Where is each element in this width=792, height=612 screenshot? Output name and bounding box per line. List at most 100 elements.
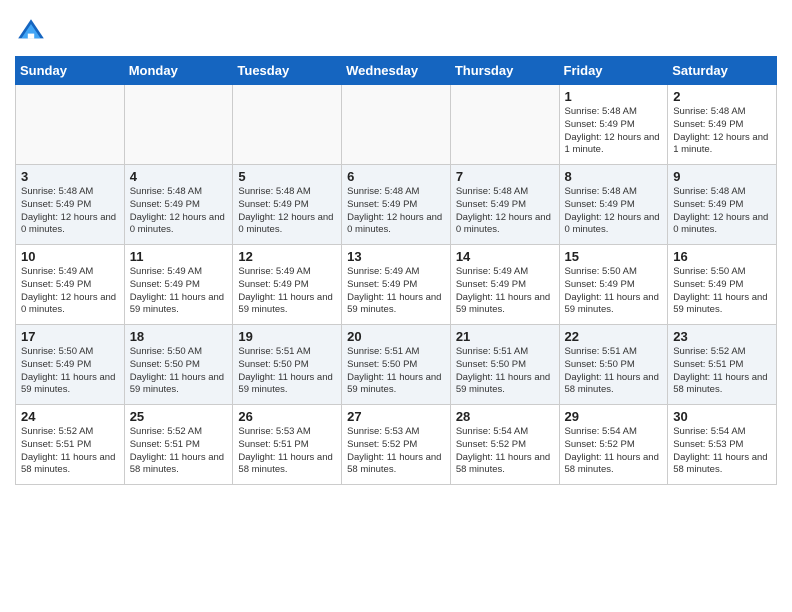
logo <box>15 16 51 48</box>
day-info: Sunrise: 5:48 AM Sunset: 5:49 PM Dayligh… <box>565 106 663 157</box>
calendar-day-cell: 8 Sunrise: 5:48 AM Sunset: 5:49 PM Daylig… <box>559 165 668 245</box>
calendar-day-cell: 20 Sunrise: 5:51 AM Sunset: 5:50 PM Dayli… <box>342 325 451 405</box>
calendar-day-cell: 5 Sunrise: 5:48 AM Sunset: 5:49 PM Daylig… <box>233 165 342 245</box>
calendar-day-cell: 26 Sunrise: 5:53 AM Sunset: 5:51 PM Dayli… <box>233 405 342 485</box>
day-number: 14 <box>456 249 554 264</box>
day-info: Sunrise: 5:49 AM Sunset: 5:49 PM Dayligh… <box>21 266 119 317</box>
calendar-day-cell: 30 Sunrise: 5:54 AM Sunset: 5:53 PM Dayli… <box>668 405 777 485</box>
calendar-day-cell: 11Sunrise: 5:49 AM Sunset: 5:49 PM Dayli… <box>124 245 233 325</box>
calendar-day-cell: 15 Sunrise: 5:50 AM Sunset: 5:49 PM Dayli… <box>559 245 668 325</box>
day-number: 13 <box>347 249 445 264</box>
calendar-week-row: 24 Sunrise: 5:52 AM Sunset: 5:51 PM Dayli… <box>16 405 777 485</box>
day-info: Sunrise: 5:52 AM Sunset: 5:51 PM Dayligh… <box>21 426 119 477</box>
calendar-day-cell: 18Sunrise: 5:50 AM Sunset: 5:50 PM Dayli… <box>124 325 233 405</box>
day-info: Sunrise: 5:50 AM Sunset: 5:50 PM Dayligh… <box>130 346 228 397</box>
day-info: Sunrise: 5:48 AM Sunset: 5:49 PM Dayligh… <box>21 186 119 237</box>
day-info: Sunrise: 5:53 AM Sunset: 5:51 PM Dayligh… <box>238 426 336 477</box>
day-number: 26 <box>238 409 336 424</box>
day-header-tuesday: Tuesday <box>233 57 342 85</box>
calendar-day-cell: 3 Sunrise: 5:48 AM Sunset: 5:49 PM Daylig… <box>16 165 125 245</box>
calendar-header-row: SundayMondayTuesdayWednesdayThursdayFrid… <box>16 57 777 85</box>
day-info: Sunrise: 5:54 AM Sunset: 5:52 PM Dayligh… <box>456 426 554 477</box>
day-header-friday: Friday <box>559 57 668 85</box>
calendar-day-cell: 6 Sunrise: 5:48 AM Sunset: 5:49 PM Daylig… <box>342 165 451 245</box>
logo-icon <box>15 16 47 48</box>
day-number: 3 <box>21 169 119 184</box>
calendar-week-row: 3 Sunrise: 5:48 AM Sunset: 5:49 PM Daylig… <box>16 165 777 245</box>
day-info: Sunrise: 5:48 AM Sunset: 5:49 PM Dayligh… <box>238 186 336 237</box>
day-number: 24 <box>21 409 119 424</box>
day-number: 16 <box>673 249 771 264</box>
day-info: Sunrise: 5:49 AM Sunset: 5:49 PM Dayligh… <box>347 266 445 317</box>
day-header-sunday: Sunday <box>16 57 125 85</box>
day-number: 10 <box>21 249 119 264</box>
calendar-day-cell: 22 Sunrise: 5:51 AM Sunset: 5:50 PM Dayli… <box>559 325 668 405</box>
calendar-table: SundayMondayTuesdayWednesdayThursdayFrid… <box>15 56 777 485</box>
day-info: Sunrise: 5:53 AM Sunset: 5:52 PM Dayligh… <box>347 426 445 477</box>
day-info: Sunrise: 5:50 AM Sunset: 5:49 PM Dayligh… <box>673 266 771 317</box>
day-info: Sunrise: 5:51 AM Sunset: 5:50 PM Dayligh… <box>565 346 663 397</box>
calendar-week-row: 1 Sunrise: 5:48 AM Sunset: 5:49 PM Daylig… <box>16 85 777 165</box>
day-info: Sunrise: 5:51 AM Sunset: 5:50 PM Dayligh… <box>238 346 336 397</box>
day-number: 23 <box>673 329 771 344</box>
day-number: 9 <box>673 169 771 184</box>
day-info: Sunrise: 5:48 AM Sunset: 5:49 PM Dayligh… <box>565 186 663 237</box>
day-number: 6 <box>347 169 445 184</box>
day-number: 5 <box>238 169 336 184</box>
calendar-day-cell: 28Sunrise: 5:54 AM Sunset: 5:52 PM Dayli… <box>450 405 559 485</box>
calendar-day-cell: 25 Sunrise: 5:52 AM Sunset: 5:51 PM Dayli… <box>124 405 233 485</box>
day-number: 30 <box>673 409 771 424</box>
day-info: Sunrise: 5:51 AM Sunset: 5:50 PM Dayligh… <box>347 346 445 397</box>
day-info: Sunrise: 5:54 AM Sunset: 5:52 PM Dayligh… <box>565 426 663 477</box>
calendar-day-cell <box>233 85 342 165</box>
day-header-wednesday: Wednesday <box>342 57 451 85</box>
calendar-day-cell: 23 Sunrise: 5:52 AM Sunset: 5:51 PM Dayli… <box>668 325 777 405</box>
calendar-day-cell: 7Sunrise: 5:48 AM Sunset: 5:49 PM Daylig… <box>450 165 559 245</box>
day-number: 21 <box>456 329 554 344</box>
day-info: Sunrise: 5:50 AM Sunset: 5:49 PM Dayligh… <box>21 346 119 397</box>
day-number: 1 <box>565 89 663 104</box>
calendar-day-cell: 13 Sunrise: 5:49 AM Sunset: 5:49 PM Dayli… <box>342 245 451 325</box>
day-number: 27 <box>347 409 445 424</box>
day-header-monday: Monday <box>124 57 233 85</box>
day-info: Sunrise: 5:50 AM Sunset: 5:49 PM Dayligh… <box>565 266 663 317</box>
calendar-day-cell: 1 Sunrise: 5:48 AM Sunset: 5:49 PM Daylig… <box>559 85 668 165</box>
day-header-saturday: Saturday <box>668 57 777 85</box>
calendar-week-row: 17Sunrise: 5:50 AM Sunset: 5:49 PM Dayli… <box>16 325 777 405</box>
calendar-day-cell <box>450 85 559 165</box>
day-info: Sunrise: 5:48 AM Sunset: 5:49 PM Dayligh… <box>347 186 445 237</box>
day-number: 15 <box>565 249 663 264</box>
day-info: Sunrise: 5:52 AM Sunset: 5:51 PM Dayligh… <box>673 346 771 397</box>
day-number: 4 <box>130 169 228 184</box>
calendar-day-cell <box>342 85 451 165</box>
day-info: Sunrise: 5:48 AM Sunset: 5:49 PM Dayligh… <box>130 186 228 237</box>
day-header-thursday: Thursday <box>450 57 559 85</box>
calendar-day-cell: 2 Sunrise: 5:48 AM Sunset: 5:49 PM Daylig… <box>668 85 777 165</box>
calendar-day-cell: 14 Sunrise: 5:49 AM Sunset: 5:49 PM Dayli… <box>450 245 559 325</box>
day-number: 25 <box>130 409 228 424</box>
calendar-day-cell: 9 Sunrise: 5:48 AM Sunset: 5:49 PM Daylig… <box>668 165 777 245</box>
day-number: 20 <box>347 329 445 344</box>
day-number: 8 <box>565 169 663 184</box>
day-info: Sunrise: 5:48 AM Sunset: 5:49 PM Dayligh… <box>673 186 771 237</box>
calendar-day-cell: 4 Sunrise: 5:48 AM Sunset: 5:49 PM Daylig… <box>124 165 233 245</box>
day-info: Sunrise: 5:52 AM Sunset: 5:51 PM Dayligh… <box>130 426 228 477</box>
day-number: 11 <box>130 249 228 264</box>
day-number: 2 <box>673 89 771 104</box>
calendar-day-cell: 19Sunrise: 5:51 AM Sunset: 5:50 PM Dayli… <box>233 325 342 405</box>
calendar-day-cell: 10 Sunrise: 5:49 AM Sunset: 5:49 PM Dayli… <box>16 245 125 325</box>
page: SundayMondayTuesdayWednesdayThursdayFrid… <box>0 0 792 500</box>
calendar-day-cell <box>16 85 125 165</box>
day-info: Sunrise: 5:54 AM Sunset: 5:53 PM Dayligh… <box>673 426 771 477</box>
day-number: 29 <box>565 409 663 424</box>
day-number: 12 <box>238 249 336 264</box>
day-info: Sunrise: 5:48 AM Sunset: 5:49 PM Dayligh… <box>673 106 771 157</box>
calendar-day-cell: 12Sunrise: 5:49 AM Sunset: 5:49 PM Dayli… <box>233 245 342 325</box>
day-info: Sunrise: 5:48 AM Sunset: 5:49 PM Dayligh… <box>456 186 554 237</box>
day-info: Sunrise: 5:51 AM Sunset: 5:50 PM Dayligh… <box>456 346 554 397</box>
calendar-day-cell <box>124 85 233 165</box>
calendar-day-cell: 21 Sunrise: 5:51 AM Sunset: 5:50 PM Dayli… <box>450 325 559 405</box>
calendar-day-cell: 24 Sunrise: 5:52 AM Sunset: 5:51 PM Dayli… <box>16 405 125 485</box>
day-number: 22 <box>565 329 663 344</box>
day-info: Sunrise: 5:49 AM Sunset: 5:49 PM Dayligh… <box>456 266 554 317</box>
